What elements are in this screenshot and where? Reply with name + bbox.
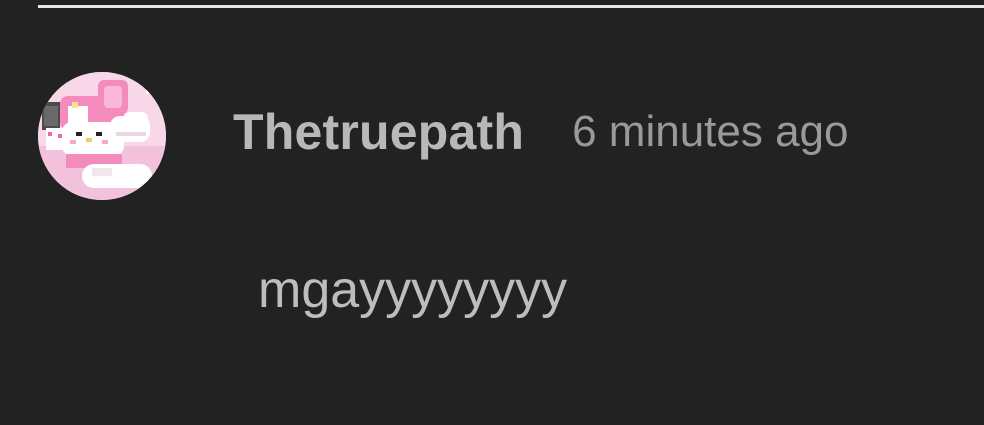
- comment-item: Thetruepath 6 minutes ago mgayyyyyyyy: [0, 0, 984, 425]
- comment-meta: Thetruepath 6 minutes ago: [233, 100, 849, 164]
- comment-author[interactable]: Thetruepath: [233, 103, 524, 161]
- comment-text: mgayyyyyyyy: [258, 261, 568, 319]
- my-melody-pixel-avatar-icon: [38, 72, 166, 200]
- user-avatar[interactable]: [38, 72, 166, 200]
- comment-timestamp: 6 minutes ago: [572, 107, 849, 156]
- comment-panel: Thetruepath 6 minutes ago mgayyyyyyyy: [0, 0, 984, 425]
